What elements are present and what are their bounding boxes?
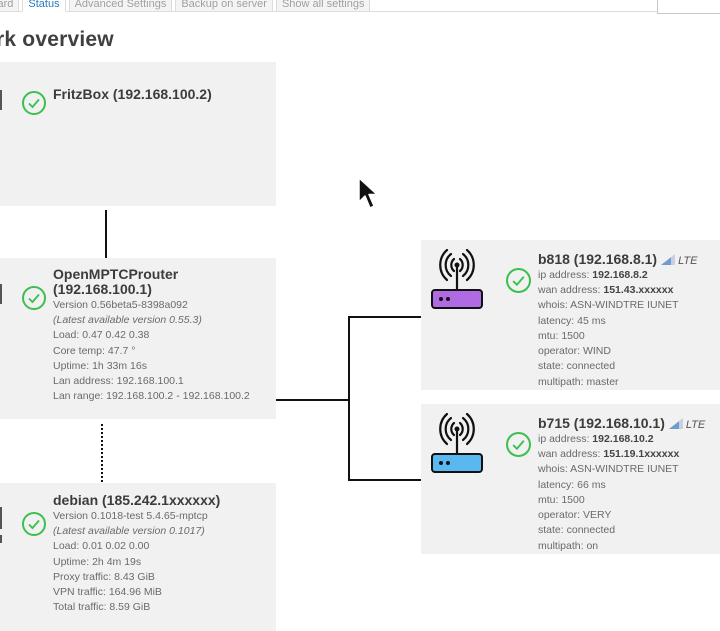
card-edge [0, 507, 2, 529]
top-right-control[interactable] [657, 0, 720, 14]
wan-b818-title: b818 (192.168.8.1) LTE [538, 251, 698, 268]
wan-b715-wan-address: wan address: 151.19.1xxxxxx [538, 448, 680, 460]
omr-latest-version: (Latest available version 0.55.3) [53, 314, 202, 326]
omr-title-ip: (192.168.100.1) [53, 281, 152, 297]
wan-b715-state: state: connected [538, 524, 616, 536]
server-uptime: Uptime: 2h 4m 19s [53, 556, 142, 568]
omr-card[interactable]: OpenMPTCProuter (192.168.100.1) Version … [0, 258, 276, 419]
tab-status[interactable]: Status [22, 0, 66, 12]
connector-wan1 [348, 316, 421, 318]
omr-core-temp: Core temp: 47.7 ° [53, 345, 136, 357]
card-edge [0, 284, 2, 304]
tab-bar: card Status Advanced Settings Backup on … [0, 0, 373, 12]
server-title: debian (185.242.1xxxxxx) [53, 492, 221, 508]
server-total-traffic: Total traffic: 8.59 GiB [53, 601, 151, 613]
connector-wan2 [348, 479, 421, 481]
connector-omr-debian [101, 424, 103, 482]
server-load: Load: 0.01 0.02 0.00 [53, 540, 150, 552]
router-purple-icon [431, 248, 483, 309]
status-ok-icon [506, 268, 531, 293]
wan-b715-whois: whois: ASN-WINDTRE IUNET [538, 463, 679, 475]
wan-b715-multipath: multipath: on [538, 540, 599, 552]
wan-b818-mtu: mtu: 1500 [538, 330, 585, 342]
omr-title: OpenMPTCProuter [53, 266, 179, 282]
wan-b818-whois: whois: ASN-WINDTRE IUNET [538, 299, 679, 311]
fritzbox-title: FritzBox (192.168.100.2) [53, 86, 212, 102]
tab-advanced-settings[interactable]: Advanced Settings [68, 0, 173, 12]
card-edge [0, 535, 2, 543]
omr-lan-address: Lan address: 192.168.100.1 [53, 375, 184, 387]
omr-uptime: Uptime: 1h 33m 16s [53, 360, 147, 372]
status-ok-icon [22, 286, 46, 310]
wan-b715-ip: ip address: 192.168.10.2 [538, 433, 654, 445]
status-ok-icon [22, 91, 46, 115]
connector-fritzbox-omr [105, 210, 107, 258]
signal-strength-icon [661, 254, 676, 265]
wan-b818-wan-address: wan address: 151.43.xxxxxx [538, 284, 674, 296]
wan-b818-tech: LTE [678, 255, 698, 267]
fritzbox-card[interactable]: FritzBox (192.168.100.2) [0, 62, 276, 206]
server-card[interactable]: debian (185.242.1xxxxxx) Version 0.1018-… [0, 483, 276, 631]
wan-card-b715[interactable]: b715 (192.168.10.1) LTE ip address: 192.1… [421, 404, 720, 554]
status-ok-icon [506, 432, 531, 457]
mouse-cursor-icon [358, 177, 378, 209]
server-latest-version: (Latest available version 0.1017) [53, 525, 205, 537]
wan-b715-latency: latency: 66 ms [538, 479, 606, 491]
signal-strength-icon [668, 418, 683, 429]
status-ok-icon [22, 512, 46, 536]
wan-b818-latency: latency: 45 ms [538, 315, 606, 327]
wan-b818-ip: ip address: 192.168.8.2 [538, 269, 648, 281]
server-proxy-traffic: Proxy traffic: 8.43 GiB [53, 571, 155, 583]
wan-b715-tech: LTE [685, 419, 706, 431]
tab-backup-on-server[interactable]: Backup on server [175, 0, 273, 12]
connector-wan-trunk [348, 316, 350, 481]
wan-b715-mtu: mtu: 1500 [538, 494, 585, 506]
server-version: Version 0.1018-test 5.4.65-mptcp [53, 510, 208, 522]
omr-version: Version 0.56beta5-8398a092 [53, 299, 188, 311]
omr-load: Load: 0.47 0.42 0.38 [53, 329, 150, 341]
page-title: rk overview [0, 28, 114, 51]
wan-b715-title: b715 (192.168.10.1) LTE [538, 415, 706, 432]
wan-b818-operator: operator: WIND [538, 345, 611, 357]
wan-b818-multipath: multipath: master [538, 376, 619, 388]
router-blue-icon [431, 412, 483, 473]
tab-dashboard[interactable]: card [0, 0, 20, 12]
card-edge [0, 90, 2, 110]
server-vpn-traffic: VPN traffic: 164.96 MiB [53, 586, 162, 598]
wan-b818-state: state: connected [538, 360, 616, 372]
tab-show-all-settings[interactable]: Show all settings [275, 0, 371, 12]
connector-omr-wan [276, 399, 349, 401]
wan-card-b818[interactable]: b818 (192.168.8.1) LTE ip address: 192.16… [421, 240, 720, 390]
omr-lan-range: Lan range: 192.168.100.2 - 192.168.100.2 [53, 390, 250, 402]
wan-b715-operator: operator: VERY [538, 509, 612, 521]
